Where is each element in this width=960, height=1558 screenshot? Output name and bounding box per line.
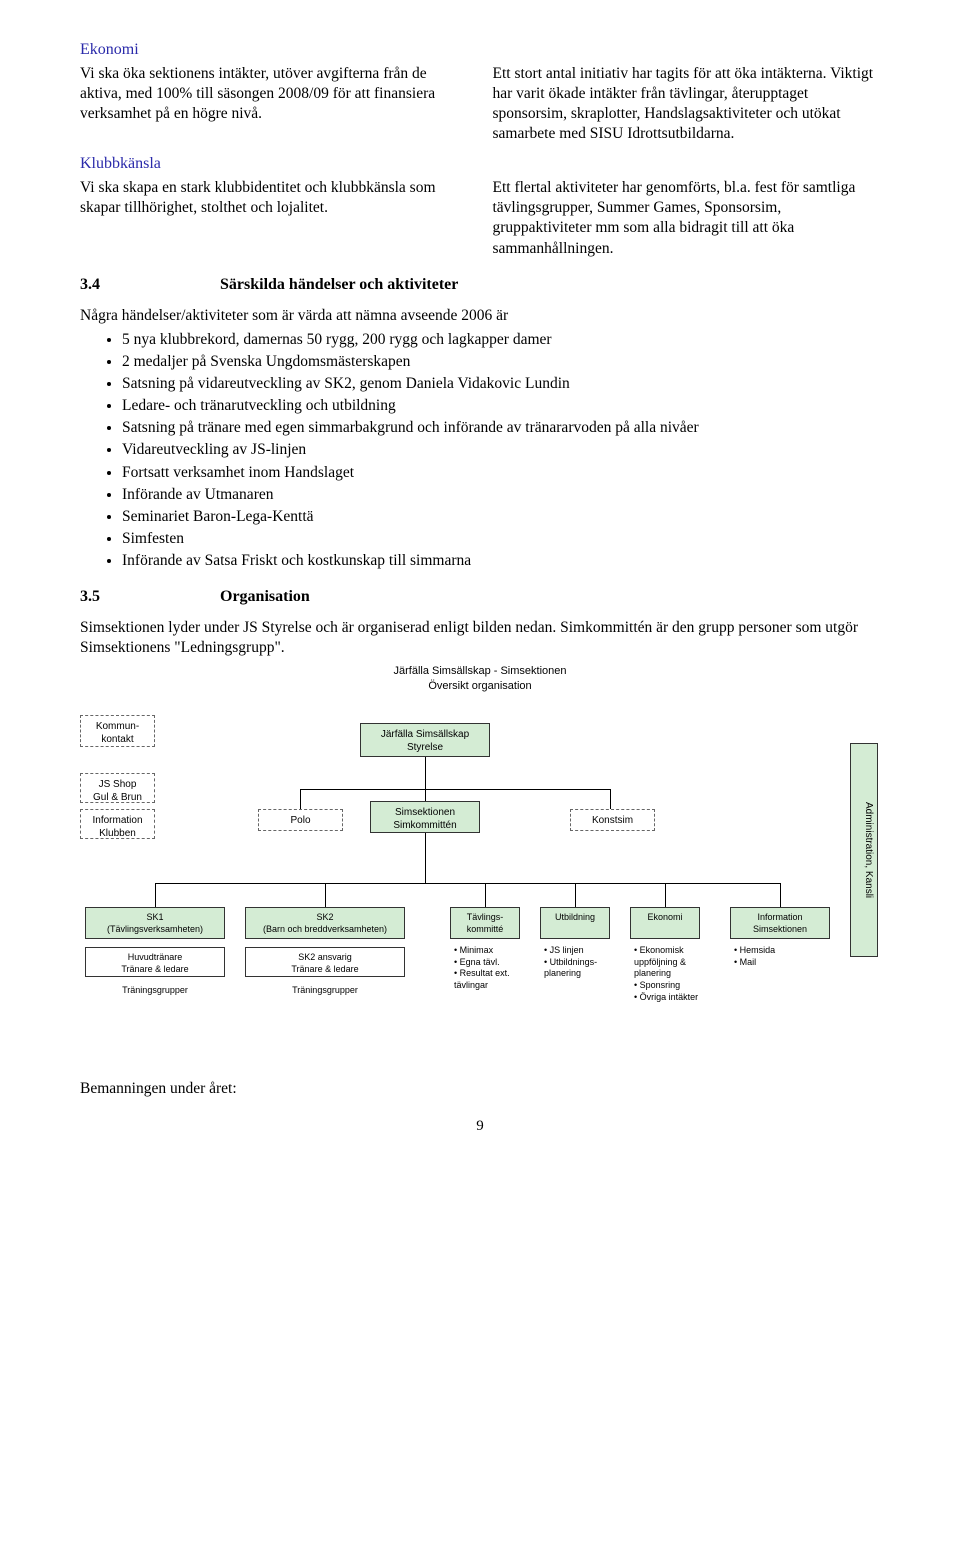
org-label-sk1-traningsgrupper: Träningsgrupper [85,985,225,997]
intro-paragraph: Några händelser/aktiviteter som är värda… [80,306,880,326]
org-box-styrelse: Järfälla Simsällskap Styrelse [360,723,490,757]
section-title-34: 3.4Särskilda händelser och aktiviteter [80,275,880,296]
org-box-information-simsektionen: Information Simsektionen [730,907,830,939]
list-item: Ledare- och tränarutveckling och utbildn… [122,396,880,416]
page-number: 9 [80,1117,880,1137]
org-box-simkommitten: Simsektionen Simkommittén [370,801,480,833]
list-item: Satsning på vidareutveckling av SK2, gen… [122,374,880,394]
list-item: Seminariet Baron-Lega-Kenttä [122,507,880,527]
connector-line [575,883,576,907]
org-box-sk1: SK1 (Tävlingsverksamheten) [85,907,225,939]
connector-line [425,833,426,883]
org-box-information-klubben: Information Klubben [80,809,155,839]
list-item: 2 medaljer på Svenska Ungdomsmästerskape… [122,352,880,372]
bullet-item: Övriga intäkter [634,992,712,1004]
org-chart-title-line2: Översikt organisation [428,680,531,692]
section-heading-ekonomi: Ekonomi [80,40,880,61]
org-box-tavlingskommitte: Tävlings- kommitté [450,907,520,939]
list-item: Fortsatt verksamhet inom Handslaget [122,463,880,483]
org-bullets-ekonomi: Ekonomisk uppföljning & planering Sponsr… [630,943,716,1005]
bullet-item: JS linjen [544,945,616,957]
org-box-utbildning: Utbildning [540,907,610,939]
section-number: 3.5 [80,587,220,608]
bulleted-list: 5 nya klubbrekord, damernas 50 rygg, 200… [80,330,880,572]
bullet-item: Minimax [454,945,526,957]
org-box-kommunkontakt: Kommun- kontakt [80,715,155,747]
org-chart: Kommun- kontakt Järfälla Simsällskap Sty… [80,709,880,1069]
list-item: Satsning på tränare med egen simmarbakgr… [122,418,880,438]
org-chart-title-line1: Järfälla Simsällskap - Simsektionen [393,665,566,677]
list-item: Införande av Satsa Friskt och kostkunska… [122,551,880,571]
org-box-sk2-sub: SK2 ansvarig Tränare & ledare [245,947,405,977]
connector-line [485,883,486,907]
left-column-text: Vi ska skapa en stark klubbidentitet och… [80,178,468,259]
section-title-35: 3.5Organisation [80,587,880,608]
paragraph: Simsektionen lyder under JS Styrelse och… [80,618,880,658]
connector-line [665,883,666,907]
org-box-sk1-sub: Huvudtränare Tränare & ledare [85,947,225,977]
bemanning-text: Bemanningen under året: [80,1079,880,1099]
bullet-item: Hemsida [734,945,834,957]
two-column-row: Vi ska öka sektionens intäkter, utöver a… [80,64,880,145]
section-number: 3.4 [80,275,220,296]
bullet-item: Sponsring [634,980,712,992]
bullet-item: Resultat ext. tävlingar [454,968,526,991]
org-box-polo: Polo [258,809,343,831]
bullet-item: Utbildnings-planering [544,957,616,980]
connector-line [325,883,326,907]
connector-line [155,883,780,884]
list-item: Införande av Utmanaren [122,485,880,505]
org-box-jsshop: JS Shop Gul & Brun [80,773,155,803]
org-box-konstsim: Konstsim [570,809,655,831]
two-column-row: Vi ska skapa en stark klubbidentitet och… [80,178,880,259]
right-column-text: Ett flertal aktiviteter har genomförts, … [493,178,881,259]
connector-line [300,789,301,811]
bullet-item: Ekonomisk uppföljning & planering [634,945,712,980]
org-box-sk2: SK2 (Barn och breddverksamheten) [245,907,405,939]
org-chart-title: Järfälla Simsällskap - Simsektionen Över… [80,664,880,693]
org-bullets-information: Hemsida Mail [730,943,838,970]
org-bullets-tavlingskommitte: Minimax Egna tävl. Resultat ext. tävling… [450,943,530,994]
bullet-item: Egna tävl. [454,957,526,969]
connector-line [425,757,426,801]
org-bullets-utbildning: JS linjen Utbildnings-planering [540,943,620,982]
org-box-ekonomi: Ekonomi [630,907,700,939]
section-heading-klubbkansla: Klubbkänsla [80,154,880,175]
org-label-sk2-traningsgrupper: Träningsgrupper [245,985,405,997]
connector-line [155,883,156,907]
connector-line [610,789,611,811]
section-heading-text: Organisation [220,588,310,605]
connector-line [300,789,610,790]
org-box-administration-kansli: Administration, Kansli [850,743,878,957]
left-column-text: Vi ska öka sektionens intäkter, utöver a… [80,64,468,145]
list-item: 5 nya klubbrekord, damernas 50 rygg, 200… [122,330,880,350]
section-heading-text: Särskilda händelser och aktiviteter [220,276,458,293]
list-item: Vidareutveckling av JS-linjen [122,440,880,460]
right-column-text: Ett stort antal initiativ har tagits för… [493,64,881,145]
bullet-item: Mail [734,957,834,969]
connector-line [780,883,781,907]
list-item: Simfesten [122,529,880,549]
